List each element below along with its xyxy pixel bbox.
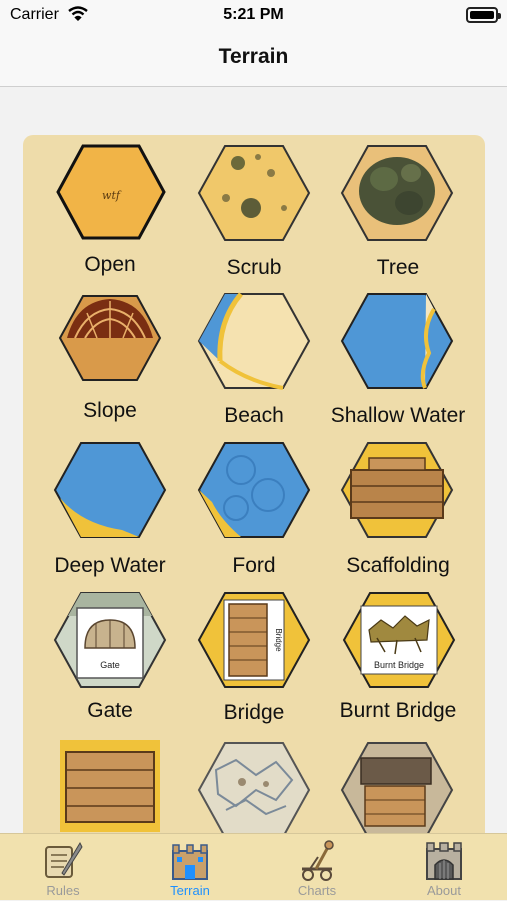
burnt-bridge-hex: Burnt Bridge [341,590,457,695]
tab-terrain[interactable]: Terrain [127,834,253,901]
scaffolding-hex [339,440,455,545]
terrain-label-burnt-bridge: Burnt Bridge [339,699,457,722]
tab-label-charts: Charts [297,883,337,898]
tab-bar: Rules Terrain Charts About [0,833,507,900]
tab-label-terrain: Terrain [170,883,210,898]
battery-icon [466,7,501,23]
svg-text:wtf: wtf [102,189,122,202]
terrain-label-scrub: Scrub [226,256,282,279]
gate-hex: Gate [52,590,168,695]
scrub-terrain-hex [196,143,312,248]
gatehouse-icon [423,839,465,883]
status-bar: Carrier 5:21 PM [0,0,507,32]
clock: 5:21 PM [223,6,284,23]
tab-about[interactable]: About [381,834,507,901]
tab-label-rules: Rules [46,883,80,898]
deep-water-hex [52,440,168,545]
slope-terrain-hex [57,293,163,388]
open-terrain-hex: wtf [55,143,167,246]
shallow-water-hex [339,291,455,396]
terrain-label-tree: Tree [376,256,420,279]
castle-icon [169,839,211,883]
svg-text:Burnt Bridge: Burnt Bridge [374,660,424,670]
terrain-grid: wtf Open Scrub Tree Slope Beach Shallow … [23,135,485,855]
terrain-label-scaffolding: Scaffolding [346,554,450,577]
page-title: Terrain [218,45,289,68]
terrain-label-beach: Beach [224,404,284,427]
tab-rules[interactable]: Rules [0,834,126,901]
building-hex [339,740,455,845]
terrain-label-bridge: Bridge [223,701,285,724]
terrain-label-open: Open [84,253,136,276]
beach-terrain-hex [196,291,312,396]
scroll-quill-icon [42,839,84,883]
tab-charts[interactable]: Charts [254,834,380,901]
terrain-label-slope: Slope [83,399,137,422]
svg-text:Bridge: Bridge [274,628,283,652]
rubble-hex [196,740,312,845]
navigation-bar: Terrain [0,32,507,87]
bridge-hex: Bridge [196,590,312,695]
wooden-wall-tile [60,740,160,837]
tab-label-about: About [427,883,461,898]
ford-hex [196,440,312,545]
terrain-label-ford: Ford [232,554,276,577]
terrain-label-deep-water: Deep Water [54,554,166,577]
tree-terrain-hex [339,143,455,248]
terrain-label-shallow-water: Shallow Water [330,404,466,427]
terrain-label-gate: Gate [87,699,133,722]
svg-text:Gate: Gate [100,660,120,670]
catapult-icon [296,839,338,883]
